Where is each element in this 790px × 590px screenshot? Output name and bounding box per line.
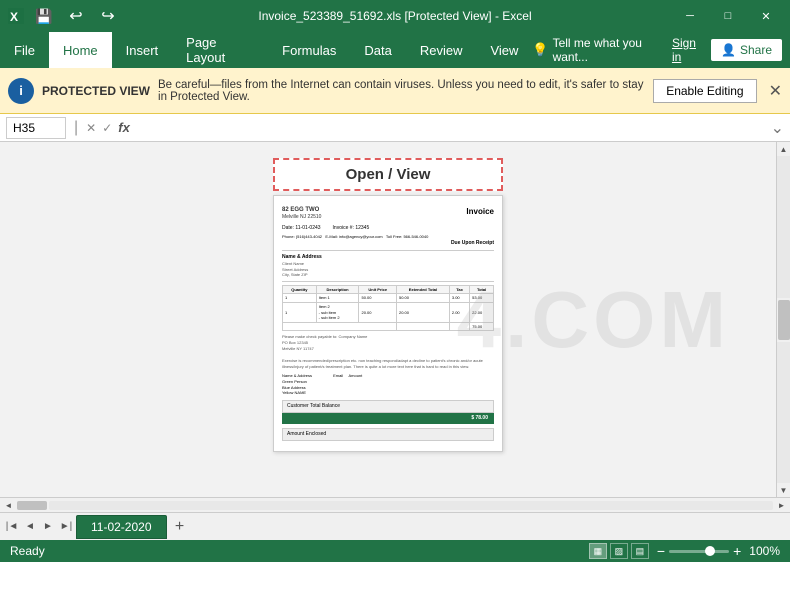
invoice-amount: $ 78.00 [282,413,494,424]
confirm-icon[interactable]: ✓ [102,121,112,135]
tab-review[interactable]: Review [406,32,477,68]
view-page-layout-icon: ▨ [615,546,624,557]
invoice-amount-enclosed: Amount Enclosed [282,428,494,441]
function-icon[interactable]: fx [118,120,130,135]
zoom-slider-thumb[interactable] [705,546,715,556]
protected-label: PROTECTED VIEW [42,84,150,98]
tab-data[interactable]: Data [350,32,405,68]
protected-icon: i [8,78,34,104]
add-sheet-button[interactable]: + [169,516,191,538]
invoice-from: 82 EGG TWO Melville NJ 22510 [282,206,321,221]
formula-input[interactable] [134,119,767,137]
enable-editing-button[interactable]: Enable Editing [653,79,756,103]
tab-nav-prev[interactable]: ◄ [22,519,38,535]
vertical-scrollbar[interactable]: ▲ ▼ [776,142,790,497]
protected-view-bar: i PROTECTED VIEW Be careful—files from t… [0,68,790,114]
tab-nav-buttons: |◄ ◄ ► ►| [4,519,74,535]
tab-nav-first[interactable]: |◄ [4,519,20,535]
zoom-level: 100% [749,544,780,558]
zoom-slider-track[interactable] [669,550,729,553]
minimize-button[interactable]: ─ [674,2,706,30]
ribbon-right: 💡 Tell me what you want... Sign in 👤 Sha… [532,32,790,68]
main-sheet-area: Open / View 82 EGG TWO Melville NJ 22510… [0,142,790,497]
scroll-left-arrow[interactable]: ◄ [2,499,15,512]
redo-button[interactable]: ↪ [96,4,120,28]
title-bar-left: X 💾 ↩ ↪ [8,4,120,28]
invoice-details: Date: 11-01-0243 Invoice #: 12345 [282,225,494,232]
zoom-minus-button[interactable]: − [657,543,665,559]
scroll-down-arrow[interactable]: ▼ [777,483,790,497]
bill-to-address: Client NameStreet AddressCity, State ZIP [282,261,494,278]
invoice-total-box: Customer Total Balance [282,400,494,413]
sheet-tabs: |◄ ◄ ► ►| 11-02-2020 + [0,512,790,540]
window-title: Invoice_523389_51692.xls [Protected View… [258,9,531,23]
formula-expand-icon[interactable]: ⌄ [771,118,784,138]
formula-icons: ✕ ✓ fx [86,120,130,135]
close-bar-button[interactable]: ✕ [769,81,782,101]
title-bar-right: ─ □ ✕ [674,2,782,30]
save-button[interactable]: 💾 [32,4,56,28]
tab-view[interactable]: View [476,32,532,68]
status-bar-right: ▦ ▨ ▤ − + 100% [589,543,780,559]
formula-bar-divider: | [74,119,78,137]
tab-formulas[interactable]: Formulas [268,32,350,68]
ribbon: File Home Insert Page Layout Formulas Da… [0,32,790,68]
excel-icon: X [8,8,24,24]
scroll-thumb-vertical[interactable] [778,300,790,340]
tab-nav-last[interactable]: ►| [58,519,74,535]
tab-insert[interactable]: Insert [112,32,173,68]
tell-me-label: Tell me what you want... [553,36,666,64]
formula-bar: | ✕ ✓ fx ⌄ [0,114,790,142]
sheet-tab-active[interactable]: 11-02-2020 [76,515,167,539]
tab-file[interactable]: File [0,32,49,68]
share-icon: 👤 [721,43,736,57]
view-page-layout-button[interactable]: ▨ [610,543,628,559]
close-button[interactable]: ✕ [750,2,782,30]
due-label: Due Upon Receipt [282,240,494,247]
view-normal-button[interactable]: ▦ [589,543,607,559]
scroll-track-horizontal [49,501,773,510]
cell-reference[interactable] [6,117,66,139]
invoice-footer-rows: Green Person Blue Address Yellow NAME [282,379,494,396]
open-view-label: Open / View [273,158,503,191]
status-bar: Ready ▦ ▨ ▤ − + 100% [0,540,790,562]
title-bar: X 💾 ↩ ↪ Invoice_523389_51692.xls [Protec… [0,0,790,32]
sign-in-link[interactable]: Sign in [672,36,705,64]
invoice-table: QuantityDescriptionUnit PriceExtended To… [282,285,494,332]
svg-text:X: X [10,10,18,24]
zoom-control: − + [657,543,741,559]
view-page-break-icon: ▤ [636,546,645,557]
invoice-title: Invoice [466,206,494,221]
tell-me-input[interactable]: 💡 Tell me what you want... [532,36,666,64]
scroll-thumb-horizontal[interactable] [17,501,47,510]
tab-home[interactable]: Home [49,32,112,68]
invoice-preview: Open / View 82 EGG TWO Melville NJ 22510… [273,158,503,452]
bill-to-label: Name & Address [282,254,494,261]
zoom-plus-button[interactable]: + [733,543,741,559]
invoice-body-text: Please make check payable to: Company Na… [282,334,494,370]
scroll-right-arrow[interactable]: ► [775,499,788,512]
maximize-button[interactable]: □ [712,2,744,30]
horizontal-scrollbar[interactable]: ◄ ► [0,497,790,512]
share-button[interactable]: 👤 Share [711,39,782,61]
status-text: Ready [10,544,45,558]
tab-page-layout[interactable]: Page Layout [172,32,268,68]
view-normal-icon: ▦ [594,546,603,557]
view-page-break-button[interactable]: ▤ [631,543,649,559]
scroll-up-arrow[interactable]: ▲ [777,142,790,156]
protected-message: Be careful—files from the Internet can c… [158,79,645,103]
invoice-paper: 82 EGG TWO Melville NJ 22510 Invoice Dat… [273,195,503,452]
cancel-icon[interactable]: ✕ [86,121,96,135]
undo-button[interactable]: ↩ [64,4,88,28]
view-mode-buttons: ▦ ▨ ▤ [589,543,649,559]
sheet-content: Open / View 82 EGG TWO Melville NJ 22510… [0,142,776,497]
tab-nav-next[interactable]: ► [40,519,56,535]
